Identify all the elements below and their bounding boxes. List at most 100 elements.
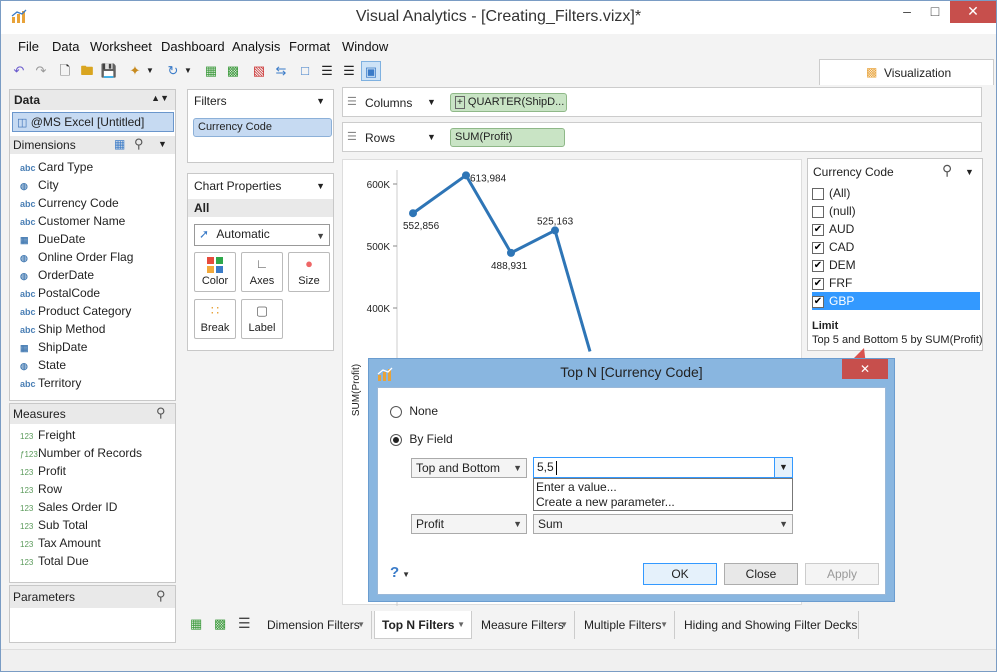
wizard-dropdown-icon[interactable]: ▼ (145, 61, 155, 81)
filters-dropdown-icon[interactable]: ▼ (316, 96, 325, 106)
checkbox[interactable] (812, 187, 824, 200)
menu-format[interactable]: Format (289, 39, 330, 54)
sheet-tab-dropdown-icon[interactable]: ▼ (844, 611, 852, 639)
checkbox[interactable] (812, 205, 824, 218)
checkbox[interactable]: ✔ (812, 223, 824, 236)
new-file-icon[interactable]: 🗋 (55, 61, 75, 81)
value-combo[interactable]: 5,5 ▼ (533, 457, 793, 478)
axes-button[interactable]: ∟ Axes (241, 252, 283, 292)
columns-pill-quarter-shipdate[interactable]: + QUARTER(ShipD... (450, 93, 567, 112)
measure-item[interactable]: 123 Profit (20, 462, 66, 480)
rows-pill-sum-profit[interactable]: SUM(Profit) (450, 128, 565, 147)
dialog-close-button[interactable]: ✕ (842, 359, 888, 379)
filter-option[interactable]: ✔ CAD (812, 238, 980, 256)
radio-none[interactable] (390, 405, 402, 418)
show-cards-icon[interactable]: ▣ (361, 61, 381, 81)
checkbox[interactable]: ✔ (812, 277, 824, 290)
field-select[interactable]: Profit ▼ (411, 514, 527, 534)
measure-item[interactable]: 123 Total Due (20, 552, 89, 570)
value-input[interactable]: 5,5 (537, 460, 554, 474)
dimension-item[interactable]: ◍ OrderDate (20, 266, 94, 284)
menu-data[interactable]: Data (52, 39, 79, 54)
data-point[interactable] (409, 209, 417, 218)
ok-button[interactable]: OK (643, 563, 717, 585)
aggregation-select[interactable]: Sum ▼ (533, 514, 793, 534)
columns-shelf[interactable]: ☰ Columns ▼ + QUARTER(ShipD... (342, 87, 982, 117)
option-by-field[interactable]: By Field (390, 432, 453, 446)
filter-option[interactable]: (null) (812, 202, 980, 220)
menu-dashboard[interactable]: Dashboard (161, 39, 225, 54)
measure-item[interactable]: 123 Freight (20, 426, 75, 444)
minimize-button[interactable]: – (893, 1, 921, 23)
filter-pill-currency-code[interactable]: Currency Code (193, 118, 332, 137)
dimension-item[interactable]: ▦ DueDate (20, 230, 85, 248)
dropdown-option-enter-value[interactable]: Enter a value... (536, 480, 617, 494)
dimension-item[interactable]: ◍ State (20, 356, 66, 374)
new-worksheet-tab-icon[interactable]: ▦ (190, 616, 202, 632)
dimension-item[interactable]: abc PostalCode (20, 284, 100, 302)
measure-item[interactable]: 123 Sales Order ID (20, 498, 117, 516)
sheet-tab[interactable]: Dimension Filters ▼ (260, 611, 372, 639)
filter-option[interactable]: (All) (812, 184, 980, 202)
apply-button[interactable]: Apply (805, 563, 879, 585)
sort-descending-icon[interactable]: ☰ (339, 61, 359, 81)
search-icon[interactable]: ⚲ (134, 136, 144, 152)
columns-dropdown-icon[interactable]: ▼ (427, 97, 436, 107)
parameters-search-icon[interactable]: ⚲ (156, 588, 166, 604)
filter-option[interactable]: ✔ DEM (812, 256, 980, 274)
filter-card-dropdown-icon[interactable]: ▼ (965, 167, 974, 177)
filter-option[interactable]: ✔ FRF (812, 274, 980, 292)
value-dropdown-button[interactable]: ▼ (774, 458, 792, 477)
data-point[interactable] (507, 248, 515, 257)
maximize-button[interactable]: □ (921, 1, 949, 23)
top-bottom-select[interactable]: Top and Bottom ▼ (411, 458, 527, 478)
dimension-item[interactable]: ◍ Online Order Flag (20, 248, 133, 266)
dimension-item[interactable]: abc Customer Name (20, 212, 125, 230)
measure-item[interactable]: 123 Row (20, 480, 62, 498)
checkbox[interactable]: ✔ (812, 259, 824, 272)
filter-option[interactable]: ✔ GBP (812, 292, 980, 310)
checkbox[interactable]: ✔ (812, 241, 824, 254)
sheet-tab[interactable]: Top N Filters ▼ (374, 611, 472, 639)
sheet-tab[interactable]: Multiple Filters ▼ (577, 611, 675, 639)
dialog-close-text-button[interactable]: Close (724, 563, 798, 585)
size-button[interactable]: ● Size (288, 252, 330, 292)
undo-icon[interactable]: ↶ (9, 61, 29, 81)
dimensions-dropdown-icon[interactable]: ▼ (158, 139, 167, 149)
panel-resize-icon[interactable]: ▲▼ (151, 93, 169, 103)
menu-window[interactable]: Window (342, 39, 388, 54)
break-button[interactable]: ∷ Break (194, 299, 236, 339)
new-worksheet-icon[interactable]: ▦ (201, 61, 221, 81)
dimension-item[interactable]: abc Card Type (20, 158, 93, 176)
dimension-item[interactable]: abc Currency Code (20, 194, 119, 212)
sheet-tab[interactable]: Measure Filters ▼ (474, 611, 575, 639)
data-point[interactable] (551, 226, 559, 235)
dimension-item[interactable]: ◍ City (20, 176, 59, 194)
clear-sheet-icon[interactable]: ▧ (249, 61, 269, 81)
measure-item[interactable]: 123 Sub Total (20, 516, 88, 534)
sheet-tab-dropdown-icon[interactable]: ▼ (357, 611, 365, 639)
mark-type-select[interactable]: ➚ Automatic ▼ (194, 224, 330, 246)
option-none[interactable]: None (390, 404, 438, 418)
menu-file[interactable]: File (18, 39, 39, 54)
swap-axes-icon[interactable]: ⇆ (271, 61, 291, 81)
new-dashboard-icon[interactable]: ▩ (223, 61, 243, 81)
refresh-dropdown-icon[interactable]: ▼ (183, 61, 193, 81)
measure-item[interactable]: ƒ123Number of Records (20, 444, 142, 462)
color-button[interactable]: Color (194, 252, 236, 292)
sheet-tab[interactable]: Hiding and Showing Filter Decks ▼ (677, 611, 859, 639)
checkbox[interactable]: ✔ (812, 295, 824, 308)
sheet-tab-dropdown-icon[interactable]: ▼ (660, 611, 668, 639)
measures-search-icon[interactable]: ⚲ (156, 405, 166, 421)
redo-icon[interactable]: ↷ (31, 61, 51, 81)
data-source[interactable]: ◫ @MS Excel [Untitled] (12, 112, 174, 132)
select-icon[interactable]: □ (295, 61, 315, 81)
menu-analysis[interactable]: Analysis (232, 39, 280, 54)
save-icon[interactable]: 💾 (99, 61, 119, 81)
help-button[interactable]: ? ▼ (390, 564, 410, 581)
sheet-tab-dropdown-icon[interactable]: ▼ (457, 611, 465, 639)
rows-shelf[interactable]: ☰ Rows ▼ SUM(Profit) (342, 122, 982, 152)
dropdown-option-new-parameter[interactable]: Create a new parameter... (536, 495, 675, 509)
grid-view-icon[interactable]: ▦ (114, 137, 125, 151)
scope-all[interactable]: All (188, 199, 333, 217)
